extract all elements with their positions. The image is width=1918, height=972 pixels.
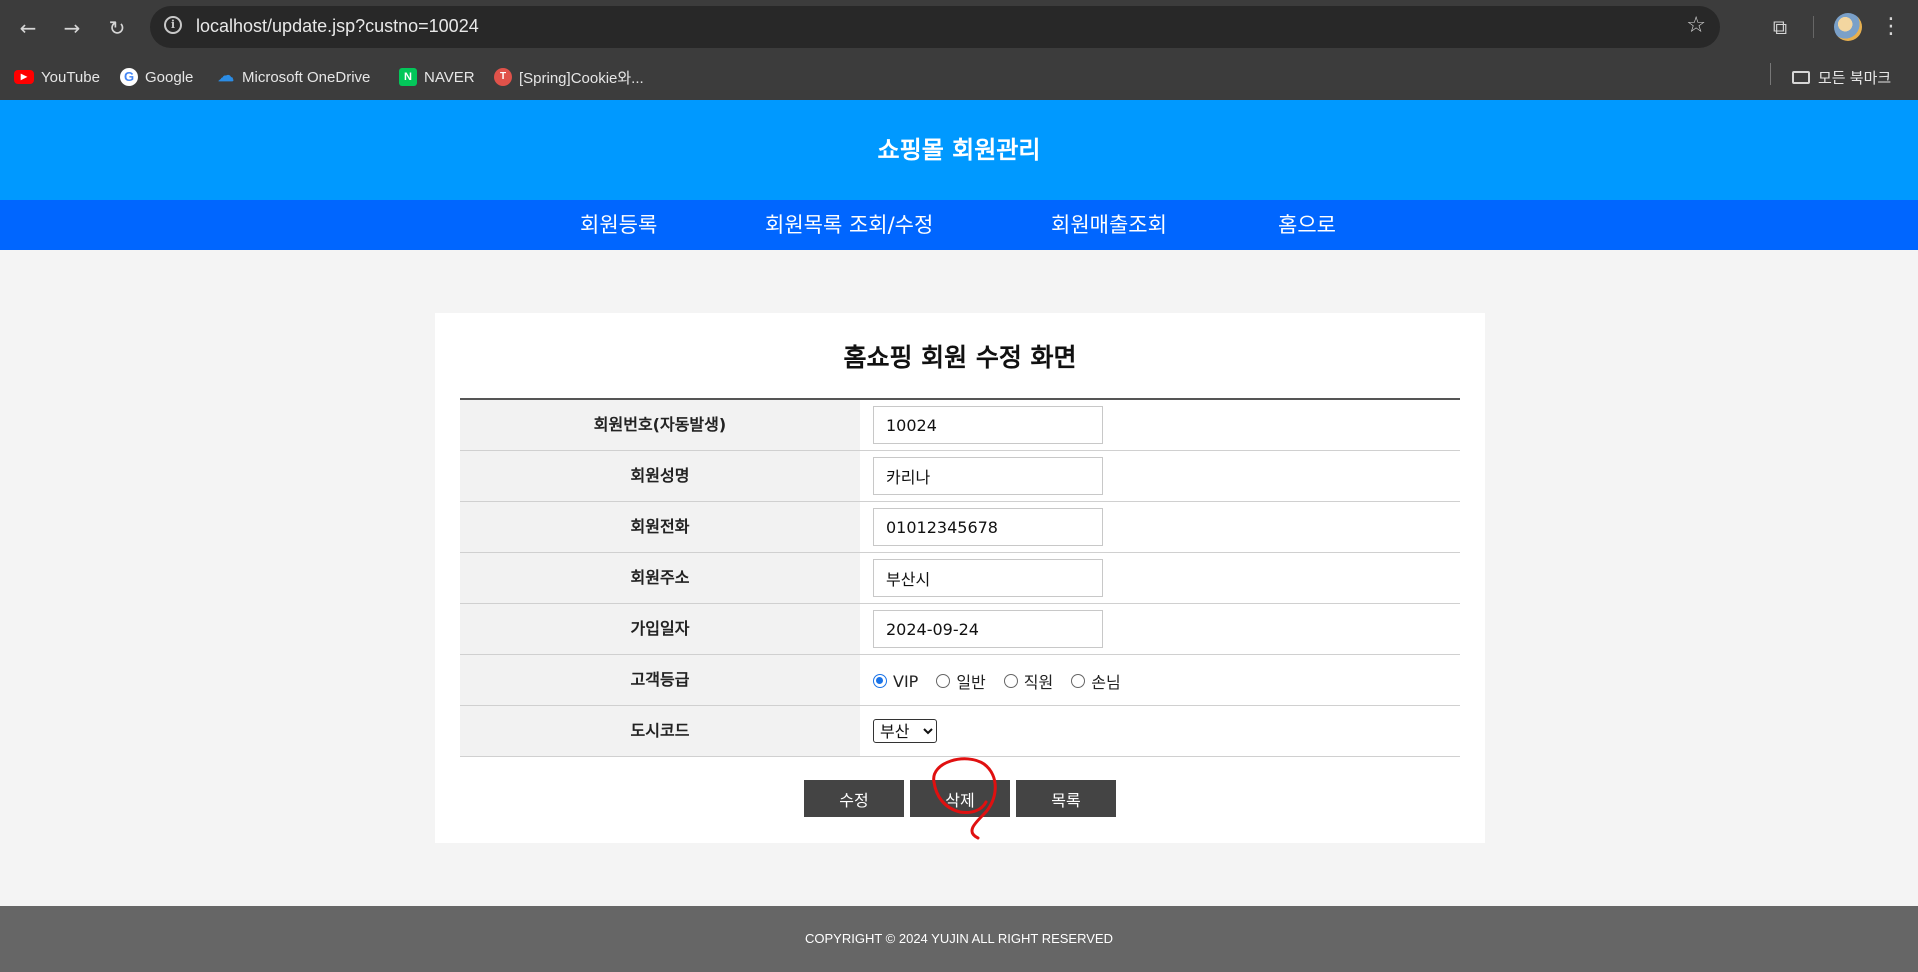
- forward-icon[interactable]: →: [56, 12, 88, 44]
- site-info-icon[interactable]: i: [164, 16, 182, 34]
- folder-icon: [1792, 70, 1810, 84]
- radio-label: VIP: [893, 671, 919, 691]
- form-title: 홈쇼핑 회원 수정 화면: [843, 343, 1077, 372]
- google-icon: G: [120, 68, 138, 86]
- url-text[interactable]: localhost/update.jsp?custno=10024: [196, 16, 479, 37]
- form-row-name: 회원성명: [460, 451, 1460, 502]
- bookmarks-divider: [1770, 63, 1771, 85]
- extensions-icon[interactable]: ⧉: [1766, 13, 1794, 41]
- bookmark-google[interactable]: G Google: [120, 65, 193, 89]
- radio-button[interactable]: [873, 674, 887, 688]
- member-form-table: 회원번호(자동발생) 회원성명 회원전화 회원주소 가입일자: [460, 398, 1460, 757]
- custno-input[interactable]: [873, 406, 1103, 444]
- bookmark-naver[interactable]: N NAVER: [399, 65, 475, 89]
- toolbar-divider: [1813, 16, 1814, 38]
- youtube-icon: ▶: [14, 70, 34, 84]
- bookmark-label: YouTube: [41, 68, 100, 86]
- name-input[interactable]: [873, 457, 1103, 495]
- city-label: 도시코드: [460, 706, 860, 756]
- bookmark-label: Microsoft OneDrive: [242, 68, 371, 86]
- kebab-menu-icon[interactable]: ⋮: [1880, 12, 1902, 42]
- joindate-label: 가입일자: [460, 604, 860, 654]
- address-bar[interactable]: i localhost/update.jsp?custno=10024 ☆: [150, 6, 1720, 48]
- bookmark-youtube[interactable]: ▶ YouTube: [14, 65, 100, 89]
- radio-button[interactable]: [1071, 674, 1086, 688]
- nav-member-sales[interactable]: 회원매출조회: [1051, 200, 1167, 250]
- radio-label: 손님: [1091, 673, 1121, 692]
- bookmark-label: [Spring]Cookie와...: [519, 69, 644, 87]
- all-bookmarks-label: 모든 북마크: [1818, 69, 1892, 87]
- grade-option-vip[interactable]: VIP: [873, 672, 918, 691]
- all-bookmarks[interactable]: 모든 북마크: [1792, 65, 1891, 89]
- site-title: 쇼핑몰 회원관리: [877, 136, 1041, 164]
- list-button[interactable]: 목록: [1016, 780, 1116, 817]
- phone-input[interactable]: [873, 508, 1103, 546]
- form-row-joindate: 가입일자: [460, 604, 1460, 655]
- naver-icon: N: [399, 68, 417, 86]
- radio-button[interactable]: [936, 674, 951, 688]
- bookmarks-bar: ▶ YouTube G Google ☁ Microsoft OneDrive …: [0, 55, 1918, 100]
- form-row-phone: 회원전화: [460, 502, 1460, 553]
- grade-label: 고객등급: [460, 655, 860, 705]
- radio-button[interactable]: [1003, 674, 1018, 688]
- nav-member-list[interactable]: 회원목록 조회/수정: [765, 200, 933, 250]
- back-icon[interactable]: ←: [12, 12, 44, 44]
- bookmark-spring-cookie[interactable]: T [Spring]Cookie와...: [494, 65, 644, 89]
- site-footer: COPYRIGHT © 2024 YUJIN ALL RIGHT RESERVE…: [0, 906, 1918, 972]
- form-row-grade: 고객등급 VIP 일반 직원 손님: [460, 655, 1460, 706]
- bookmark-star-icon[interactable]: ☆: [1686, 13, 1706, 38]
- joindate-input[interactable]: [873, 610, 1103, 648]
- address-label: 회원주소: [460, 553, 860, 603]
- bookmark-onedrive[interactable]: ☁ Microsoft OneDrive: [217, 65, 370, 89]
- form-row-city: 도시코드 부산: [460, 706, 1460, 757]
- grade-radio-group: VIP 일반 직원 손님: [873, 669, 1139, 693]
- grade-option-general[interactable]: 일반: [936, 669, 986, 693]
- browser-toolbar: ← → ↻ i localhost/update.jsp?custno=1002…: [0, 0, 1918, 55]
- site-header: 쇼핑몰 회원관리: [0, 100, 1918, 200]
- grade-option-staff[interactable]: 직원: [1003, 669, 1054, 693]
- bookmark-label: Google: [145, 68, 194, 86]
- update-button[interactable]: 수정: [804, 780, 904, 817]
- grade-option-guest[interactable]: 손님: [1071, 669, 1121, 693]
- profile-avatar[interactable]: [1834, 13, 1862, 41]
- phone-label: 회원전화: [460, 502, 860, 552]
- form-row-address: 회원주소: [460, 553, 1460, 604]
- reload-icon[interactable]: ↻: [101, 12, 133, 44]
- form-row-custno: 회원번호(자동발생): [460, 400, 1460, 451]
- copyright-text: COPYRIGHT © 2024 YUJIN ALL RIGHT RESERVE…: [805, 931, 1113, 946]
- member-edit-card: 홈쇼핑 회원 수정 화면 회원번호(자동발생) 회원성명 회원전화 회원주소: [435, 313, 1485, 843]
- address-input[interactable]: [873, 559, 1103, 597]
- onedrive-icon: ☁: [218, 68, 234, 85]
- name-label: 회원성명: [460, 451, 860, 501]
- radio-label: 일반: [956, 673, 986, 692]
- nav-home[interactable]: 홈으로: [1278, 200, 1336, 250]
- site-icon: T: [494, 68, 512, 86]
- custno-label: 회원번호(자동발생): [460, 400, 860, 450]
- city-select[interactable]: 부산: [873, 719, 937, 743]
- bookmark-label: NAVER: [424, 68, 475, 86]
- delete-button[interactable]: 삭제: [910, 780, 1010, 817]
- nav-register-member[interactable]: 회원등록: [580, 200, 657, 250]
- site-nav: 회원등록 회원목록 조회/수정 회원매출조회 홈으로: [0, 200, 1918, 250]
- radio-label: 직원: [1023, 673, 1054, 692]
